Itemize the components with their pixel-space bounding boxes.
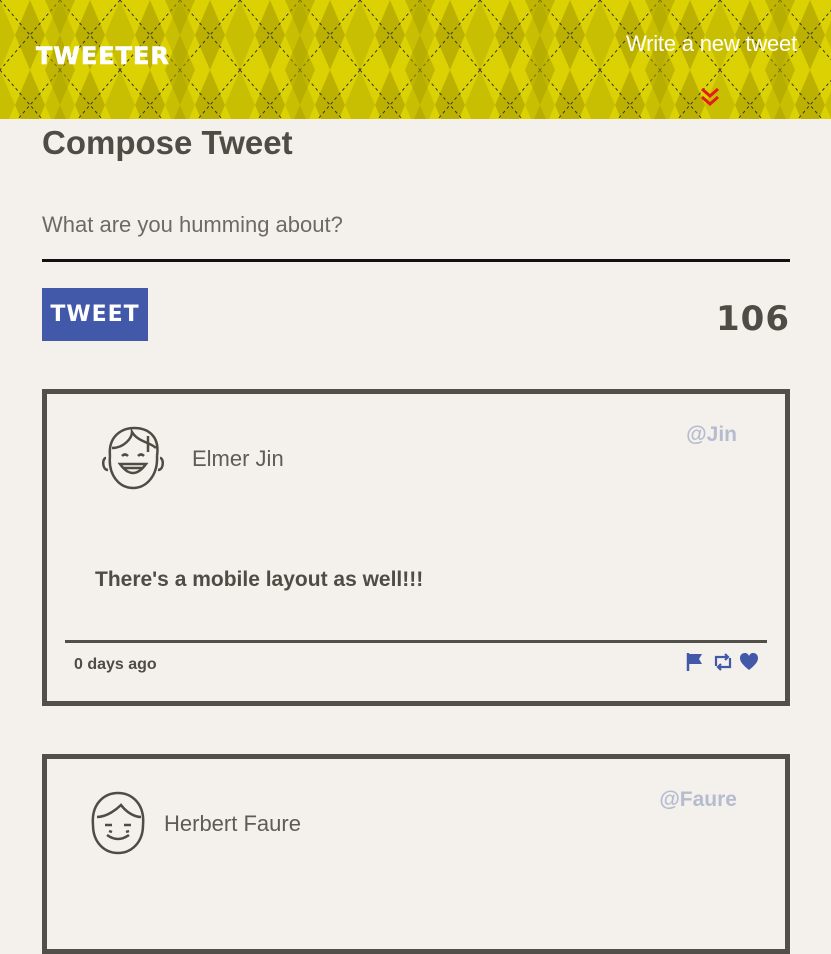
flag-icon[interactable]: [685, 652, 705, 672]
compose-title: Compose Tweet: [42, 124, 293, 161]
tweet-author-handle[interactable]: @Jin: [686, 423, 737, 447]
brand-logo[interactable]: Tweeter: [36, 42, 170, 71]
tweet-author-name: Herbert Faure: [164, 811, 301, 836]
site-header: Tweeter Write a new tweet: [0, 0, 831, 119]
tweet-text-input[interactable]: [42, 190, 790, 262]
tweet-button[interactable]: Tweet: [42, 288, 148, 341]
avatar: [102, 426, 164, 490]
tweet-text: There's a mobile layout as well!!!: [95, 568, 424, 591]
avatar: [91, 791, 145, 855]
tweet-actions: [685, 652, 759, 672]
write-new-tweet-link[interactable]: Write a new tweet: [626, 31, 797, 57]
tweet-footer-divider: [65, 640, 767, 643]
double-chevron-down-icon[interactable]: [697, 85, 723, 109]
tweet-card: Herbert Faure @Faure: [42, 754, 790, 954]
heart-icon[interactable]: [739, 652, 759, 672]
tweet-timestamp: 0 days ago: [74, 656, 157, 673]
retweet-icon[interactable]: [712, 652, 732, 672]
character-counter: 106: [716, 299, 790, 339]
tweet-card: Elmer Jin @Jin There's a mobile layout a…: [42, 389, 790, 706]
tweet-author-handle[interactable]: @Faure: [659, 788, 737, 812]
tweet-author-name: Elmer Jin: [192, 446, 284, 471]
